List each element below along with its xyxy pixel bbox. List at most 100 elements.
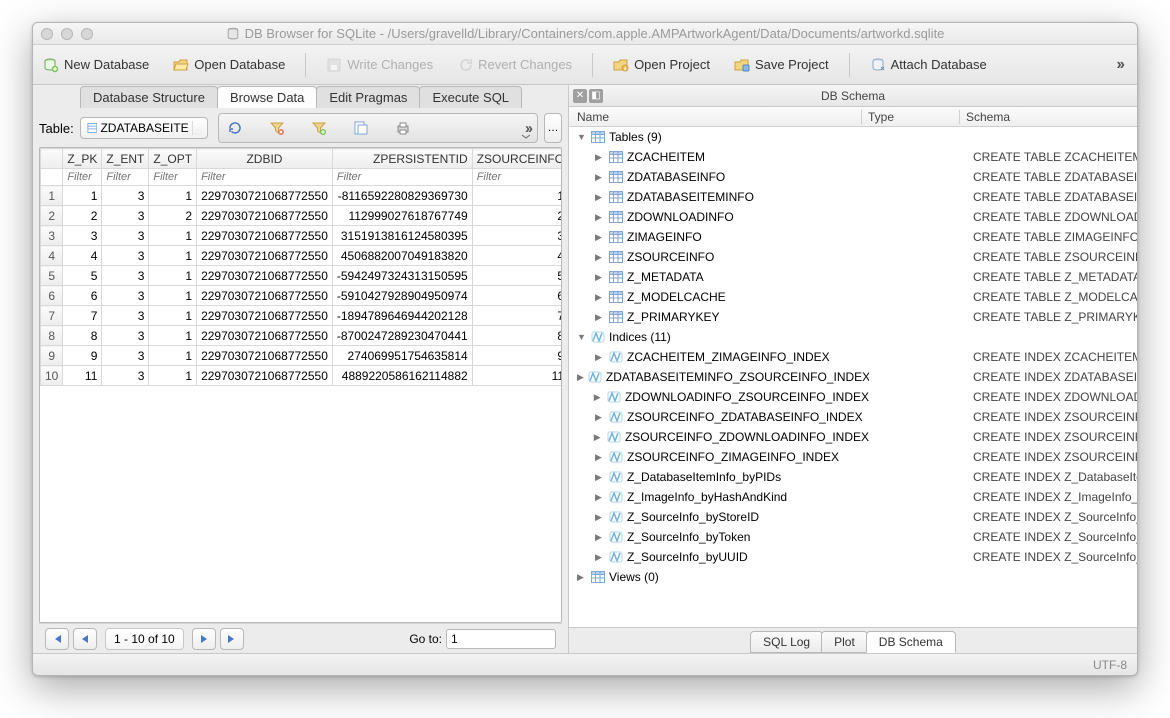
- tree-item[interactable]: ▶ZSOURCEINFO_ZIMAGEINFO_INDEXCREATE INDE…: [569, 447, 1137, 467]
- tree-item[interactable]: ▶ZSOURCEINFO_ZDOWNLOADINFO_INDEXCREATE I…: [569, 427, 1137, 447]
- cell[interactable]: 3: [63, 226, 102, 246]
- tree-item[interactable]: ▶ZCACHEITEM_ZIMAGEINFO_INDEXCREATE INDEX…: [569, 347, 1137, 367]
- cell[interactable]: 1: [472, 186, 562, 206]
- table-row[interactable]: 10 11 3 1 2297030721068772550 4889220586…: [41, 366, 563, 386]
- tree-item[interactable]: ▶ZDATABASEITEMINFO_ZSOURCEINFO_INDEXCREA…: [569, 367, 1137, 387]
- cell[interactable]: 2: [472, 206, 562, 226]
- cell[interactable]: 5: [472, 266, 562, 286]
- tab-sql-log[interactable]: SQL Log: [750, 631, 823, 653]
- refresh-icon[interactable]: [225, 118, 245, 138]
- tab-plot[interactable]: Plot: [821, 631, 868, 653]
- tree-item[interactable]: ▶Z_METADATACREATE TABLE Z_METADATA (: [569, 267, 1137, 287]
- table-row[interactable]: 2 2 3 2 2297030721068772550 112999027618…: [41, 206, 563, 226]
- goto-input[interactable]: [446, 629, 556, 649]
- column-header[interactable]: Z_PK: [63, 149, 102, 169]
- save-filter-icon[interactable]: [309, 118, 329, 138]
- cell[interactable]: -8116592280829369730: [332, 186, 472, 206]
- export-icon[interactable]: [351, 118, 371, 138]
- tree-group[interactable]: ▼Tables (9): [569, 127, 1137, 147]
- table-row[interactable]: 6 6 3 1 2297030721068772550 -59104279289…: [41, 286, 563, 306]
- cell[interactable]: 9: [63, 346, 102, 366]
- cell[interactable]: 4889220586162114882: [332, 366, 472, 386]
- tree-item[interactable]: ▶Z_PRIMARYKEYCREATE TABLE Z_PRIMARYKE: [569, 307, 1137, 327]
- cell[interactable]: 1: [149, 286, 197, 306]
- cell[interactable]: -5910427928904950974: [332, 286, 472, 306]
- tab-browse-data[interactable]: Browse Data: [217, 86, 317, 108]
- tree-item[interactable]: ▶ZDOWNLOADINFO_ZSOURCEINFO_INDEXCREATE I…: [569, 387, 1137, 407]
- cell[interactable]: 2297030721068772550: [197, 346, 333, 366]
- cell[interactable]: -5942497324313150595: [332, 266, 472, 286]
- tab-edit-pragmas[interactable]: Edit Pragmas: [316, 86, 420, 108]
- column-header[interactable]: ZDBID: [197, 149, 333, 169]
- column-header[interactable]: ZPERSISTENTID: [332, 149, 472, 169]
- table-row[interactable]: 8 8 3 1 2297030721068772550 -87002472892…: [41, 326, 563, 346]
- cell[interactable]: 8: [63, 326, 102, 346]
- cell[interactable]: 8: [472, 326, 562, 346]
- cell[interactable]: 2297030721068772550: [197, 366, 333, 386]
- tree-group[interactable]: ▼Indices (11): [569, 327, 1137, 347]
- cell[interactable]: 3: [102, 326, 149, 346]
- cell[interactable]: 3: [102, 246, 149, 266]
- chevron-down-icon[interactable]: [521, 134, 531, 140]
- cell[interactable]: 3: [102, 286, 149, 306]
- new-database-button[interactable]: New Database: [43, 57, 149, 73]
- cell[interactable]: 11: [63, 366, 102, 386]
- table-row[interactable]: 7 7 3 1 2297030721068772550 -18947896469…: [41, 306, 563, 326]
- cell[interactable]: 1: [149, 186, 197, 206]
- tree-item[interactable]: ▶ZCACHEITEMCREATE TABLE ZCACHEITEM: [569, 147, 1137, 167]
- tab-db-schema[interactable]: DB Schema: [866, 631, 956, 653]
- column-config-button[interactable]: …: [544, 113, 562, 143]
- cell[interactable]: 1: [149, 226, 197, 246]
- cell[interactable]: 3: [102, 226, 149, 246]
- cell[interactable]: 274069951754635814: [332, 346, 472, 366]
- minimize-window-button[interactable]: [61, 28, 73, 40]
- close-panel-icon[interactable]: ✕: [573, 89, 587, 103]
- cell[interactable]: 3: [102, 206, 149, 226]
- cell[interactable]: 6: [63, 286, 102, 306]
- tree-item[interactable]: ▶ZDATABASEINFOCREATE TABLE ZDATABASEI: [569, 167, 1137, 187]
- cell[interactable]: 11: [472, 366, 562, 386]
- cell[interactable]: 3151913816124580395: [332, 226, 472, 246]
- table-row[interactable]: 9 9 3 1 2297030721068772550 274069951754…: [41, 346, 563, 366]
- tree-item[interactable]: ▶Z_ImageInfo_byHashAndKindCREATE INDEX Z…: [569, 487, 1137, 507]
- first-page-button[interactable]: [45, 628, 69, 650]
- cell[interactable]: 3: [102, 266, 149, 286]
- attach-database-button[interactable]: Attach Database: [870, 57, 987, 73]
- zoom-window-button[interactable]: [81, 28, 93, 40]
- tree-item[interactable]: ▶ZDOWNLOADINFOCREATE TABLE ZDOWNLOAD: [569, 207, 1137, 227]
- tab-database-structure[interactable]: Database Structure: [80, 86, 218, 108]
- tree-item[interactable]: ▶ZSOURCEINFOCREATE TABLE ZSOURCEINFO: [569, 247, 1137, 267]
- close-window-button[interactable]: [41, 28, 53, 40]
- table-row[interactable]: 3 3 3 1 2297030721068772550 315191381612…: [41, 226, 563, 246]
- cell[interactable]: 2: [63, 206, 102, 226]
- cell[interactable]: 1: [149, 366, 197, 386]
- tree-item[interactable]: ▶ZDATABASEITEMINFOCREATE TABLE ZDATABASE…: [569, 187, 1137, 207]
- cell[interactable]: 2297030721068772550: [197, 266, 333, 286]
- cell[interactable]: 112999027618767749: [332, 206, 472, 226]
- tree-item[interactable]: ▶Z_SourceInfo_byTokenCREATE INDEX Z_Sour…: [569, 527, 1137, 547]
- cell[interactable]: 4: [63, 246, 102, 266]
- table-row[interactable]: 5 5 3 1 2297030721068772550 -59424973243…: [41, 266, 563, 286]
- table-row[interactable]: 4 4 3 1 2297030721068772550 450688200704…: [41, 246, 563, 266]
- cell[interactable]: 1: [63, 186, 102, 206]
- cell[interactable]: 6: [472, 286, 562, 306]
- cell[interactable]: 9: [472, 346, 562, 366]
- tree-group[interactable]: ▶Views (0): [569, 567, 1137, 587]
- table-row[interactable]: 1 1 3 1 2297030721068772550 -81165922808…: [41, 186, 563, 206]
- cell[interactable]: 4506882007049183820: [332, 246, 472, 266]
- cell[interactable]: 1: [149, 246, 197, 266]
- cell[interactable]: 3: [102, 306, 149, 326]
- cell[interactable]: 4: [472, 246, 562, 266]
- cell[interactable]: 2297030721068772550: [197, 306, 333, 326]
- filter-input[interactable]: [333, 169, 472, 185]
- prev-page-button[interactable]: [73, 628, 97, 650]
- filter-input[interactable]: [473, 169, 562, 185]
- cell[interactable]: 2297030721068772550: [197, 226, 333, 246]
- open-project-button[interactable]: Open Project: [613, 57, 710, 73]
- cell[interactable]: 1: [149, 306, 197, 326]
- cell[interactable]: 3: [102, 366, 149, 386]
- cell[interactable]: 3: [102, 346, 149, 366]
- save-project-button[interactable]: Save Project: [734, 57, 829, 73]
- filter-input[interactable]: [102, 169, 148, 185]
- column-header[interactable]: Z_OPT: [149, 149, 197, 169]
